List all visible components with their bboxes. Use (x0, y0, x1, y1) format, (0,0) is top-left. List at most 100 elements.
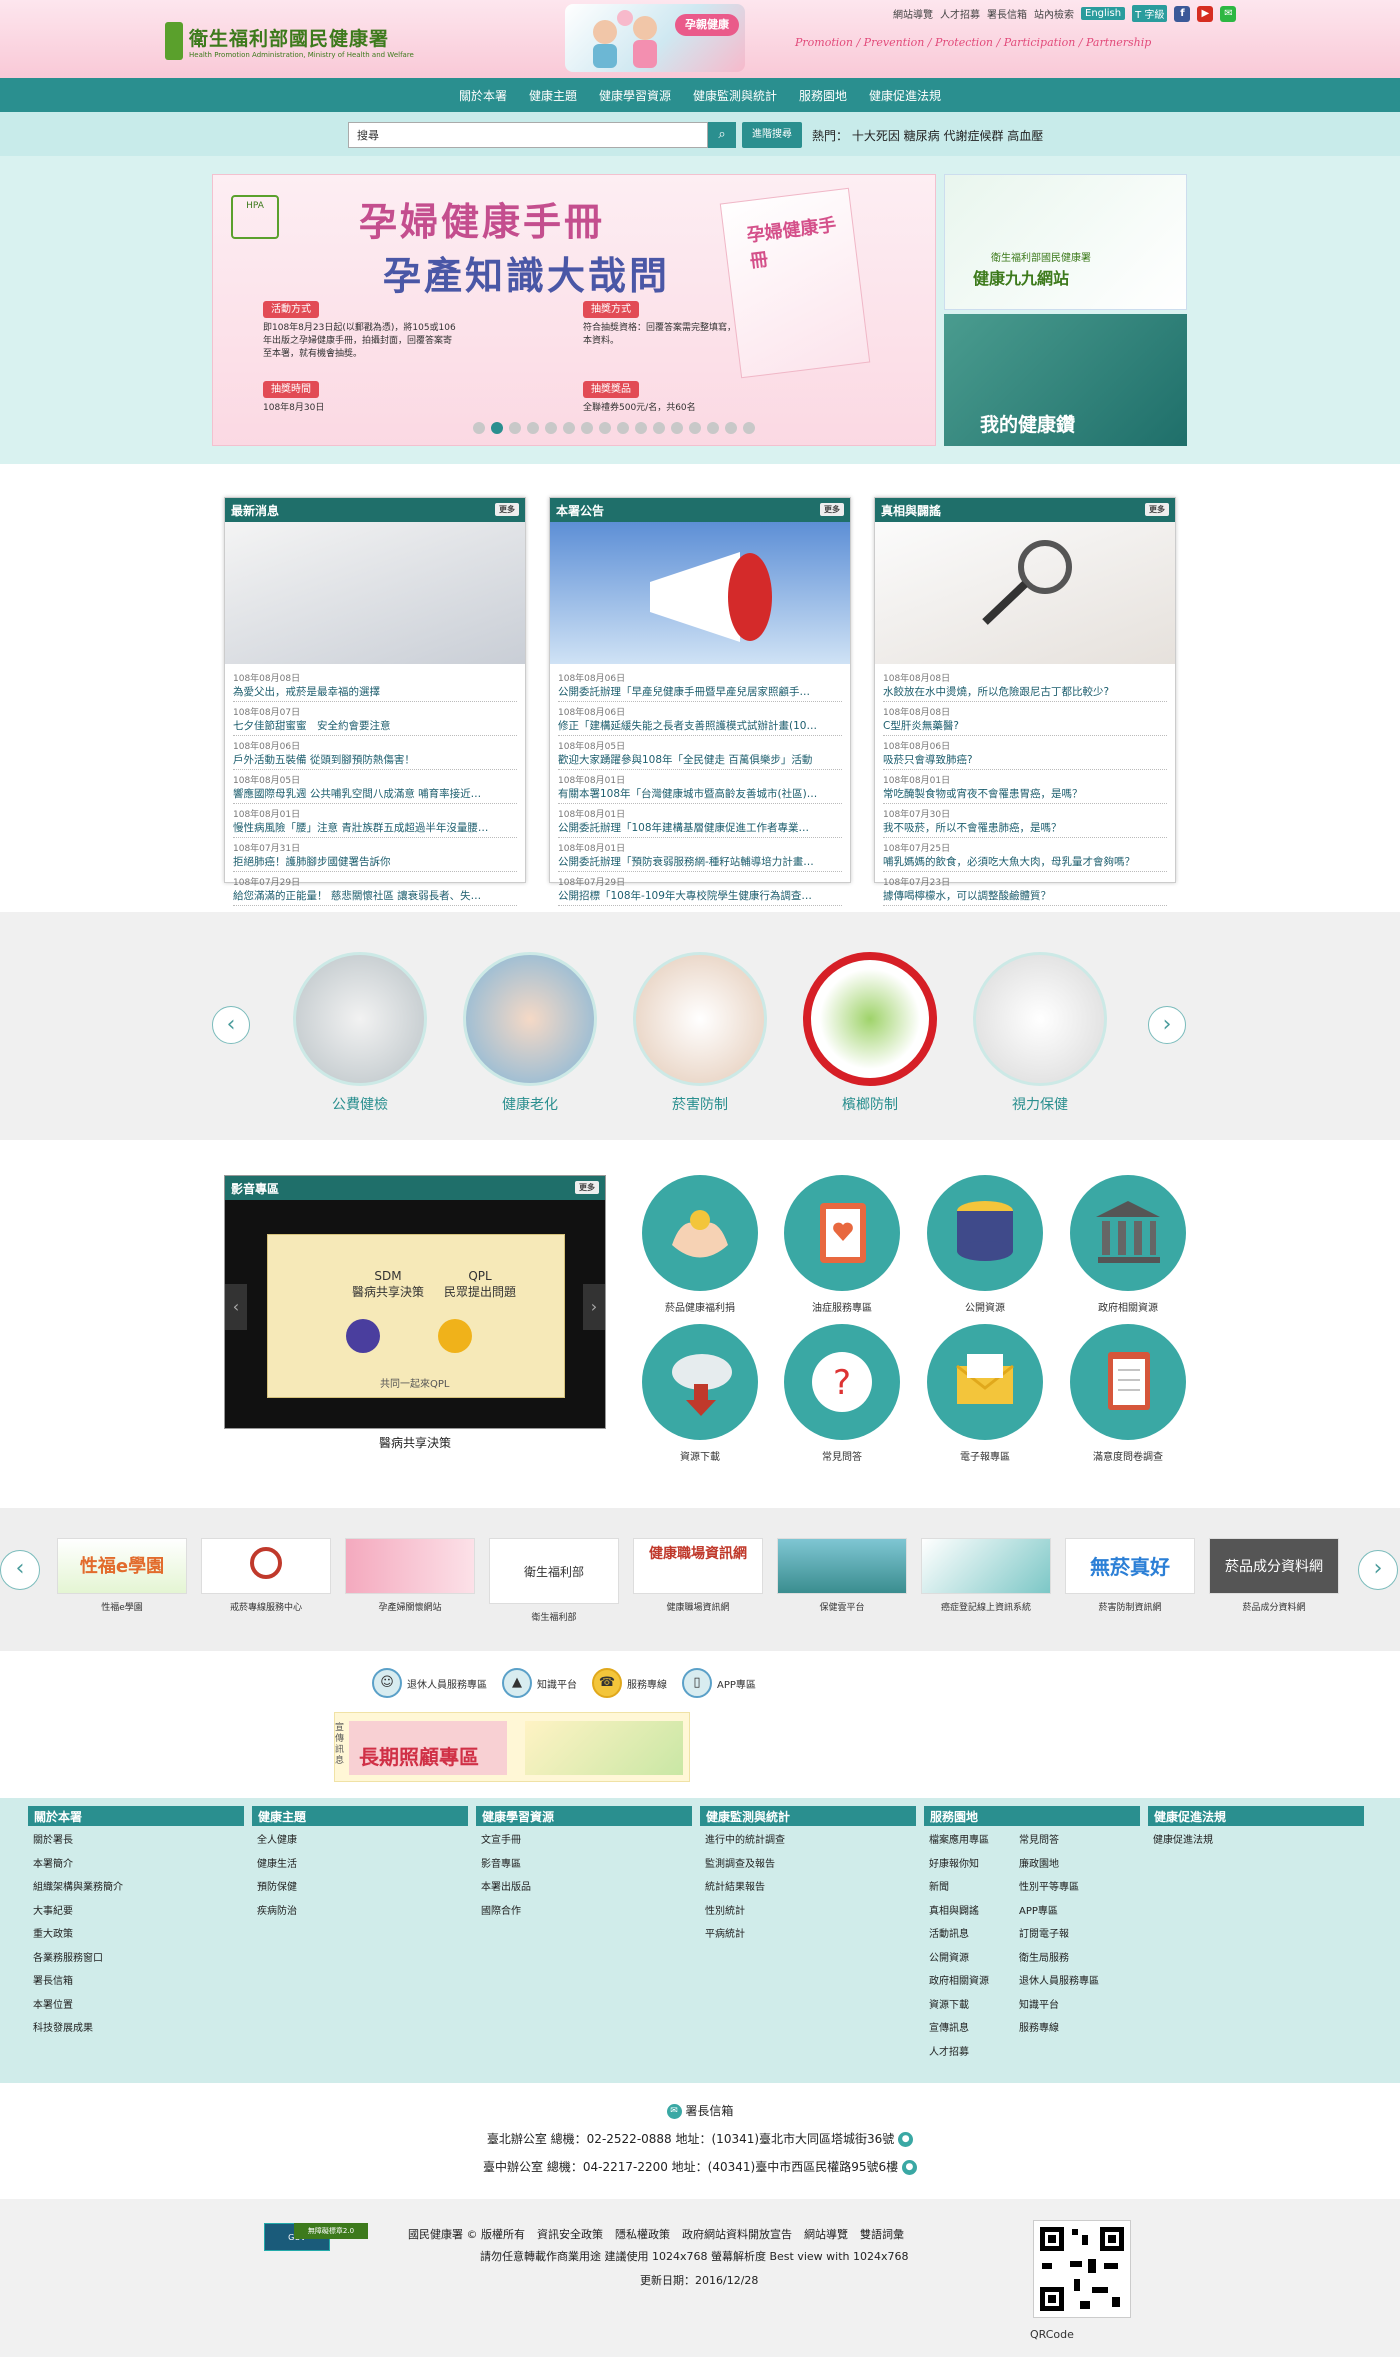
icon-survey[interactable]: 滿意度問卷調查 (1068, 1324, 1188, 1463)
icon-public-data[interactable]: 公開資源 (925, 1175, 1045, 1314)
list-item[interactable]: 108年08月05日 響應國際母乳週 公共哺乳空間八成滿意 哺育率接近… (233, 770, 517, 804)
sitemap-link[interactable]: 活動訊息 (924, 1920, 1014, 1944)
sitemap-link[interactable]: 常見問答 (1014, 1826, 1134, 1850)
topic-aging[interactable]: 健康老化 (463, 952, 597, 1114)
sitemap-heading[interactable]: 服務園地 (924, 1806, 1140, 1826)
promo-b-banner[interactable] (525, 1721, 683, 1775)
partner-link[interactable]: 保健雲平台 (777, 1538, 907, 1613)
quicklink-hotline[interactable]: ☎ 服務專線 (592, 1668, 667, 1698)
pager-dot[interactable] (743, 422, 755, 434)
nav-services[interactable]: 服務園地 (799, 87, 847, 104)
announcement-more-button[interactable]: 更多 (820, 503, 844, 516)
partner-link[interactable]: 戒菸專線服務中心 (201, 1538, 331, 1613)
sitemap-link[interactable]: 平病統計 (700, 1920, 916, 1944)
site-logo[interactable]: 衛生福利部國民健康署 Health Promotion Administrati… (165, 22, 414, 60)
sitemap-link[interactable]: APP專區 (1014, 1897, 1134, 1921)
list-item[interactable]: 108年08月01日 公開委託辦理「預防衰弱服務網-種籽站輔導培力計畫… (558, 838, 842, 872)
list-item[interactable]: 108年08月01日 有關本署108年「台灣健康城市暨高齡友善城市(社區)… (558, 770, 842, 804)
list-item[interactable]: 108年08月05日 歡迎大家踴躍參與108年「全民健走 百萬俱樂步」活動 (558, 736, 842, 770)
topic-betel[interactable]: 檳榔防制 (803, 952, 937, 1114)
nav-statistics[interactable]: 健康監測與統計 (693, 87, 777, 104)
list-item[interactable]: 108年08月01日 常吃醃製食物或宵夜不會罹患胃癌，是嗎？ (883, 770, 1167, 804)
pager-dot[interactable] (671, 422, 683, 434)
icon-newsletter[interactable]: 電子報專區 (925, 1324, 1045, 1463)
nav-health-topics[interactable]: 健康主題 (529, 87, 577, 104)
list-item[interactable]: 108年07月25日 哺乳媽媽的飲食，必須吃大魚大肉，母乳量才會夠嗎？ (883, 838, 1167, 872)
list-item[interactable]: 108年08月08日 水餃放在水中燙燒，所以危險跟尼古丁都比較少? (883, 668, 1167, 702)
pager-dot[interactable] (473, 422, 485, 434)
sitemap-link[interactable]: 監測調查及報告 (700, 1850, 916, 1874)
font-size-button[interactable]: T 字級 (1132, 5, 1168, 22)
sitemap-link[interactable]: 重大政策 (28, 1920, 244, 1944)
sitemap-link[interactable]: 檔案應用專區 (924, 1826, 1014, 1850)
sitemap-link[interactable]: 統計結果報告 (700, 1873, 916, 1897)
video-prev-icon[interactable]: ‹ (225, 1284, 247, 1330)
sitemap-heading[interactable]: 健康主題 (252, 1806, 468, 1826)
list-item[interactable]: 108年08月08日 C型肝炎無藥醫? (883, 702, 1167, 736)
nav-about[interactable]: 關於本署 (459, 87, 507, 104)
sitemap-link[interactable]: 廉政園地 (1014, 1850, 1134, 1874)
footer-link[interactable]: 雙語詞彙 (860, 2226, 904, 2242)
map-pin-icon[interactable]: ● (901, 2160, 917, 2175)
list-item[interactable]: 108年08月06日 公開委託辦理「早產兒健康手冊暨早產兒居家照顧手… (558, 668, 842, 702)
pager-dot[interactable] (707, 422, 719, 434)
partner-next-icon[interactable]: › (1358, 1550, 1398, 1590)
mailbox-line[interactable]: ✉ 署長信箱 (0, 2102, 1400, 2119)
top-link-recruit[interactable]: 人才招募 (940, 6, 980, 21)
footer-link[interactable]: 政府網站資料開放宣告 (682, 2226, 792, 2242)
line-icon[interactable]: ✉ (1220, 5, 1237, 22)
top-link-mailbox[interactable]: 署長信箱 (987, 6, 1027, 21)
topic-health-check[interactable]: 公費健檢 (293, 952, 427, 1114)
pager-dot[interactable] (545, 422, 557, 434)
icon-oil-disease[interactable]: 油症服務專區 (782, 1175, 902, 1314)
sitemap-link[interactable]: 服務專線 (1014, 2014, 1134, 2038)
sitemap-link[interactable]: 性別平等專區 (1014, 1873, 1134, 1897)
sitemap-link[interactable]: 全人健康 (252, 1826, 468, 1850)
sitemap-link[interactable]: 退休人員服務專區 (1014, 1967, 1134, 1991)
video-next-icon[interactable]: › (583, 1284, 605, 1330)
partner-link[interactable]: 健康職場資訊網 健康職場資訊網 (633, 1538, 763, 1613)
sitemap-link[interactable]: 人才招募 (924, 2038, 1014, 2062)
sitemap-link[interactable]: 預防保健 (252, 1873, 468, 1897)
sitemap-link[interactable]: 署長信箱 (28, 1967, 244, 1991)
side-banner-health99[interactable]: 衛生福利部國民健康署 健康九九網站 (944, 174, 1187, 310)
sitemap-link[interactable]: 資源下載 (924, 1991, 1014, 2015)
accessibility-badge[interactable]: 無障礙標章2.0 (294, 2223, 368, 2239)
pager-dot[interactable] (599, 422, 611, 434)
sitemap-link[interactable]: 宣傳訊息 (924, 2014, 1014, 2038)
partner-link[interactable]: 菸品成分資料網 菸品成分資料網 (1209, 1538, 1339, 1613)
sitemap-link[interactable]: 組織架構與業務簡介 (28, 1873, 244, 1897)
facebook-icon[interactable]: f (1174, 5, 1191, 22)
sitemap-link[interactable]: 進行中的統計調查 (700, 1826, 916, 1850)
list-item[interactable]: 108年08月06日 戶外活動五裝備 從頭到腳預防熱傷害！ (233, 736, 517, 770)
news-more-button[interactable]: 更多 (495, 503, 519, 516)
side-banner-my-health[interactable]: 我的健康鑽 (944, 314, 1187, 446)
sitemap-link[interactable]: 衛生局服務 (1014, 1944, 1134, 1968)
list-item[interactable]: 108年07月30日 我不吸菸，所以不會罹患肺癌，是嗎？ (883, 804, 1167, 838)
main-banner[interactable]: HPA 孕婦健康手冊 孕產知識大哉問 活動方式 即108年8月23日起(以郵戳為… (212, 174, 936, 446)
icon-download[interactable]: 資源下載 (640, 1324, 760, 1463)
topics-next-icon[interactable]: › (1148, 1006, 1186, 1044)
partner-prev-icon[interactable]: ‹ (0, 1550, 40, 1590)
list-item[interactable]: 108年07月29日 公開招標「108年-109年大專校院學生健康行為調查… (558, 872, 842, 906)
sitemap-link[interactable]: 本署位置 (28, 1991, 244, 2015)
sitemap-heading[interactable]: 健康促進法規 (1148, 1806, 1364, 1826)
long-term-care-banner[interactable]: 長期照顧專區 (349, 1721, 507, 1775)
sitemap-link[interactable]: 本署簡介 (28, 1850, 244, 1874)
icon-faq[interactable]: ? 常見問答 (782, 1324, 902, 1463)
sitemap-link[interactable]: 公開資源 (924, 1944, 1014, 1968)
sitemap-link[interactable]: 真相與闢謠 (924, 1897, 1014, 1921)
sitemap-heading[interactable]: 健康學習資源 (476, 1806, 692, 1826)
media-more-button[interactable]: 更多 (575, 1181, 599, 1194)
sitemap-link[interactable]: 關於署長 (28, 1826, 244, 1850)
sitemap-link[interactable]: 性別統計 (700, 1897, 916, 1921)
quicklink-knowledge[interactable]: ▲ 知識平台 (502, 1668, 577, 1698)
list-item[interactable]: 108年08月06日 修正「建構延緩失能之長者支善照護模式試辦計畫(10… (558, 702, 842, 736)
pager-dot[interactable] (617, 422, 629, 434)
topic-vision[interactable]: 視力保健 (973, 952, 1107, 1114)
list-item[interactable]: 108年08月06日 吸菸只會導致肺癌? (883, 736, 1167, 770)
partner-link[interactable]: 癌症登記線上資訊系統 (921, 1538, 1051, 1613)
topic-tobacco[interactable]: 菸害防制 (633, 952, 767, 1114)
sitemap-link[interactable]: 好康報你知 (924, 1850, 1014, 1874)
sitemap-link[interactable]: 疾病防治 (252, 1897, 468, 1921)
